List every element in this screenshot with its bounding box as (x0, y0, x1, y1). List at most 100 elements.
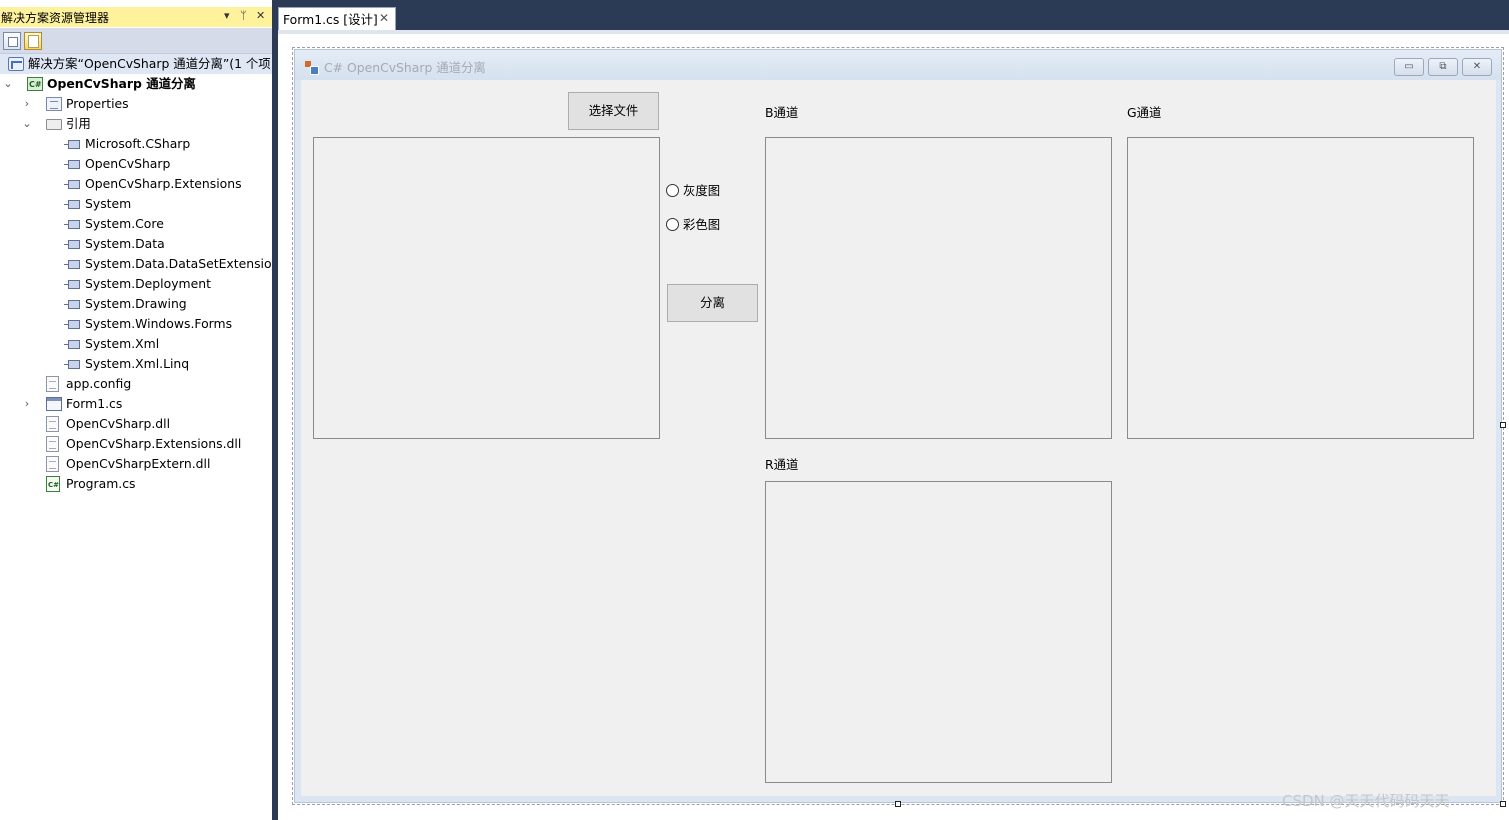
watermark: CSDN @天天代码码天天 (1282, 792, 1450, 810)
tree-item-label: System (85, 196, 132, 211)
reference-icon (64, 280, 80, 289)
solution-explorer-panel: 解决方案资源管理器 ▾ ᛘ ✕ 解决方案“OpenCvSharp 通道分离”(1… (0, 0, 272, 820)
tree-item-label: System.Data.DataSetExtensions (85, 256, 272, 271)
tree-item[interactable]: System.Drawing (0, 294, 272, 314)
tree-item-label: System.Core (85, 216, 164, 231)
chevron-right-icon[interactable]: › (21, 394, 33, 414)
tree-item[interactable]: System.Core (0, 214, 272, 234)
tree-item-label: OpenCvSharp (85, 156, 171, 171)
tree-item[interactable]: System.Data (0, 234, 272, 254)
tree-item[interactable]: ⌄ 引用 (0, 114, 272, 134)
tab-form1-design[interactable]: Form1.cs [设计] ✕ (278, 7, 396, 30)
resize-handle-bottom[interactable] (895, 801, 901, 807)
tree-item-label: System.Windows.Forms (85, 316, 233, 331)
form-title: C# OpenCvSharp 通道分离 (324, 60, 486, 75)
dll-file-icon (46, 436, 59, 452)
solution-explorer-title-bar: 解决方案资源管理器 ▾ ᛘ ✕ (0, 7, 272, 27)
properties-icon (46, 97, 62, 111)
tree-item-label: System.Drawing (85, 296, 187, 311)
reference-icon (64, 300, 80, 309)
tree-item-label: Program.cs (66, 476, 136, 491)
tree-item[interactable]: OpenCvSharpExtern.dll (0, 454, 272, 474)
tree-item-label: OpenCvSharp.dll (66, 416, 171, 431)
dll-file-icon (46, 416, 59, 432)
chevron-down-icon[interactable]: ⌄ (21, 114, 33, 134)
csharp-file-icon (46, 475, 60, 495)
pin-icon[interactable]: ᛘ (240, 9, 247, 22)
document-strip (278, 30, 1509, 34)
tree-item-label: app.config (66, 376, 132, 391)
dll-file-icon (46, 456, 59, 472)
close-window-icon[interactable]: ✕ (1462, 58, 1492, 76)
tree-item[interactable]: System.Xml (0, 334, 272, 354)
reference-icon (64, 140, 80, 149)
tree-item-label: 引用 (66, 116, 91, 131)
tree-item[interactable]: OpenCvSharp.Extensions.dll (0, 434, 272, 454)
reference-icon (64, 360, 80, 369)
reference-icon (64, 200, 80, 209)
chevron-down-icon[interactable]: ⌄ (2, 74, 14, 94)
panel-dropdown-icon[interactable]: ▾ (224, 9, 230, 22)
tree-item[interactable]: OpenCvSharp.dll (0, 414, 272, 434)
tree-item[interactable]: Program.cs (0, 474, 272, 495)
close-icon[interactable]: ✕ (256, 9, 265, 22)
g-channel-label: G通道 (1127, 105, 1162, 120)
solution-tree: 解决方案“OpenCvSharp 通道分离”(1 个项目) ⌄ OpenCvShar… (0, 54, 272, 495)
radio-circle[interactable] (666, 217, 679, 231)
tree-item-label: Properties (66, 96, 129, 111)
tree-item-label: System.Xml.Linq (85, 356, 190, 371)
form-icon (46, 397, 62, 411)
tab-close-icon[interactable]: ✕ (379, 11, 389, 25)
solution-explorer-title: 解决方案资源管理器 (1, 10, 110, 25)
tree-item[interactable]: › Form1.cs (0, 394, 272, 414)
radio-grayscale[interactable]: 灰度图 (666, 181, 720, 199)
properties-toolbar-icon[interactable] (3, 32, 21, 50)
b-channel-picturebox[interactable] (765, 137, 1112, 439)
tree-item[interactable]: System.Xml.Linq (0, 354, 272, 374)
tree-item[interactable]: OpenCvSharp.Extensions (0, 174, 272, 194)
minimize-icon[interactable]: ▭ (1394, 58, 1424, 76)
b-channel-label: B通道 (765, 105, 799, 120)
tree-item[interactable]: System (0, 194, 272, 214)
tree-item[interactable]: 解决方案“OpenCvSharp 通道分离”(1 个项目) (0, 54, 272, 74)
split-button[interactable]: 分离 (667, 284, 758, 322)
radio-grayscale-label: 灰度图 (683, 183, 721, 198)
form-title-bar: C# OpenCvSharp 通道分离 ▭ ⧉ ✕ (295, 50, 1501, 80)
reference-icon (64, 340, 80, 349)
tree-item-label: System.Data (85, 236, 165, 251)
radio-color[interactable]: 彩色图 (666, 215, 720, 233)
solution-icon (8, 57, 24, 71)
config-file-icon (46, 376, 59, 392)
resize-handle-corner[interactable] (1500, 801, 1506, 807)
tree-item[interactable]: System.Deployment (0, 274, 272, 294)
tree-item-label: OpenCvSharp 通道分离 (47, 76, 196, 91)
reference-icon (64, 260, 80, 269)
form-app-icon (305, 61, 319, 75)
reference-icon (64, 180, 80, 189)
tree-item-label: Form1.cs (66, 396, 123, 411)
reference-icon (64, 320, 80, 329)
r-channel-picturebox[interactable] (765, 481, 1112, 783)
tree-item-label: System.Xml (85, 336, 160, 351)
select-file-button[interactable]: 选择文件 (568, 92, 659, 130)
tree-item[interactable]: System.Data.DataSetExtensions (0, 254, 272, 274)
tree-item[interactable]: app.config (0, 374, 272, 394)
reference-icon (64, 240, 80, 249)
r-channel-label: R通道 (765, 457, 799, 472)
tree-item[interactable]: Microsoft.CSharp (0, 134, 272, 154)
reference-icon (64, 160, 80, 169)
folder-icon (46, 119, 62, 130)
tree-item[interactable]: OpenCvSharp (0, 154, 272, 174)
chevron-right-icon[interactable]: › (21, 94, 33, 114)
show-all-files-icon[interactable] (24, 32, 42, 50)
radio-circle[interactable] (666, 183, 679, 197)
source-image-picturebox[interactable] (313, 137, 660, 439)
tree-item[interactable]: System.Windows.Forms (0, 314, 272, 334)
radio-color-label: 彩色图 (683, 217, 721, 232)
tree-item[interactable]: ⌄ OpenCvSharp 通道分离 (0, 74, 272, 95)
tree-item-label: OpenCvSharpExtern.dll (66, 456, 211, 471)
maximize-icon[interactable]: ⧉ (1428, 58, 1458, 76)
resize-handle-right[interactable] (1500, 422, 1506, 428)
tree-item[interactable]: › Properties (0, 94, 272, 114)
g-channel-picturebox[interactable] (1127, 137, 1474, 439)
